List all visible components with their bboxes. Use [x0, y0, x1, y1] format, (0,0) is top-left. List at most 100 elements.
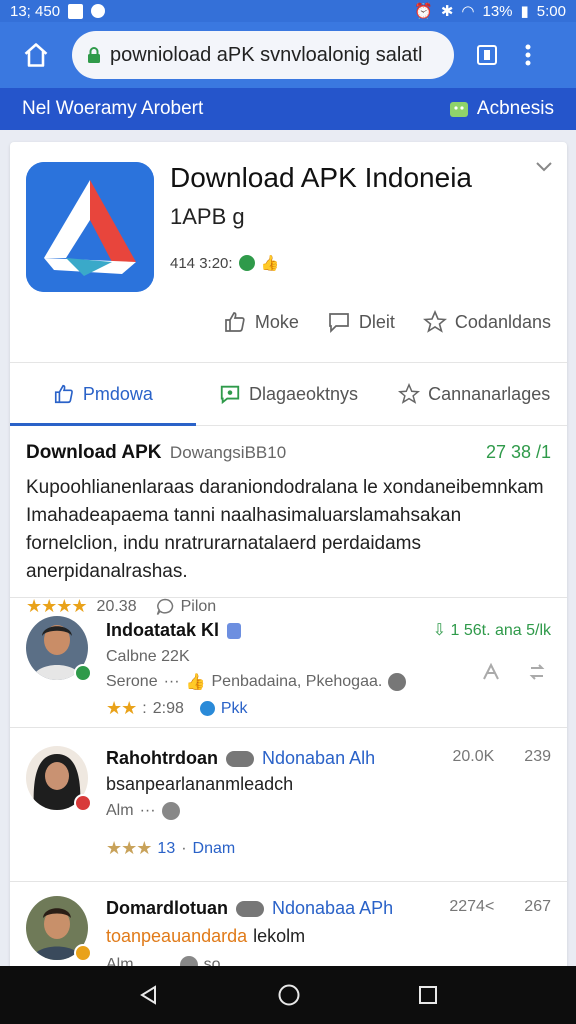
bluetooth-icon: ✱ — [440, 3, 454, 20]
comment-stats: 2274< 267 — [449, 898, 551, 916]
tab-messages-label: Dlagaeoktnys — [248, 383, 359, 404]
tab-download[interactable]: Pmdowa — [10, 363, 196, 426]
app-meta-text: 414 3:20: — [170, 254, 233, 272]
comment-author[interactable]: Rahohtrdoan Ndonaban Alh — [106, 748, 375, 769]
app-header: Download APK Indoneia 1APB g 414 3:20: 👍… — [10, 142, 567, 362]
home-icon — [24, 43, 48, 67]
favorite-label: Codanldans — [454, 311, 551, 332]
app-title: Download APK Indoneia — [170, 162, 472, 193]
home-circle-icon[interactable] — [277, 983, 301, 1007]
site-header-link[interactable]: Acbnesis — [449, 98, 554, 120]
app-meta: 414 3:20: 👍 — [170, 254, 280, 273]
home-button[interactable] — [14, 33, 58, 77]
rating-value: 13 — [157, 839, 176, 857]
menu-button[interactable] — [518, 40, 538, 70]
comment-text-b: Penbadaina, Pkehogaa. — [211, 673, 383, 690]
comment-icon — [329, 313, 349, 334]
status-bar: 13; 450 ⏰ ✱ ◠ 13% ▮ 5:00 — [0, 0, 576, 22]
comment-text-a: toanpeauandarda — [106, 926, 248, 946]
comment-author[interactable]: Domardlotuan Ndonabaa APh — [106, 898, 393, 919]
repost-icon[interactable] — [527, 662, 547, 682]
comment-rating: ★★★ 13 · Dnam — [106, 838, 235, 859]
online-badge-icon — [74, 664, 92, 682]
browser-toolbar: pownioload aPK svnvloalonig salatl — [0, 22, 576, 88]
ellipsis-icon: ··· — [139, 802, 156, 819]
like-button[interactable]: Moke — [223, 310, 299, 334]
comment-stats: 20.0K 239 — [452, 748, 551, 766]
app-card: Download APK Indoneia 1APB g 414 3:20: 👍… — [10, 142, 567, 972]
comment-item: Rahohtrdoan Ndonaban Alh 20.0K 239 bsanp… — [10, 728, 567, 882]
comment-tag: Ndonaban Alh — [262, 748, 376, 768]
status-clock: 5:00 — [536, 2, 566, 20]
system-nav-bar — [0, 966, 576, 1024]
comment-stat-b: 239 — [524, 748, 551, 765]
check-icon — [199, 701, 215, 716]
status-badge-icon — [74, 794, 92, 812]
app-logo-icon — [26, 162, 154, 292]
comment-meta-text: 1 56t. ana 5/lk — [450, 622, 551, 639]
comment-label: Dleit — [358, 311, 395, 332]
tab-messages[interactable]: Dlagaeoktnys — [196, 363, 382, 425]
verified-icon — [227, 622, 242, 639]
description-title: Download APK — [26, 442, 162, 463]
comment-rating: ★★ : 2:98 Pkk — [106, 698, 248, 719]
comment-stat-a: 2274< — [449, 898, 495, 915]
description-count: 27 38 /1 — [485, 442, 551, 462]
alarm-icon: ⏰ — [414, 3, 433, 20]
tab-bar: Pmdowa Dlagaeoktnys Cannanarlages — [10, 362, 567, 426]
notification-icon — [68, 3, 84, 19]
chat-icon — [220, 385, 240, 405]
tabs-button[interactable] — [472, 40, 502, 70]
status-time-left: 13; 450 — [10, 2, 61, 20]
comment-meta: ⇩ 1 56t. ana 5/lk — [433, 620, 551, 640]
comment-actions — [481, 662, 547, 682]
ellipsis-icon: ··· — [163, 673, 180, 690]
more-vert-icon — [525, 44, 531, 66]
comment-author-name: Indoatatak Kl — [106, 620, 220, 640]
android-icon — [449, 102, 468, 117]
comment-text-b: lekolm — [253, 926, 306, 946]
comment-button[interactable]: Dleit — [327, 310, 395, 334]
tab-ratings-label: Cannanarlages — [428, 383, 551, 404]
battery-icon: ▮ — [520, 3, 529, 20]
app-version: 1APB g — [170, 204, 245, 229]
like-icon: 👍 — [185, 674, 206, 691]
comment-tag: Dnam — [192, 839, 236, 857]
description-section: Download APK DowangsiBB10 27 38 /1 Kupoo… — [10, 426, 567, 616]
back-icon[interactable] — [138, 984, 160, 1006]
comment-author[interactable]: Indoatatak Kl — [106, 620, 242, 641]
expand-button[interactable] — [535, 160, 553, 178]
reply-icon[interactable] — [161, 802, 180, 820]
site-header-right-text: Acbnesis — [476, 98, 554, 119]
tab-ratings[interactable]: Cannanarlages — [381, 363, 567, 425]
share-icon[interactable] — [481, 662, 501, 682]
battery-level: 13% — [482, 2, 513, 20]
favorite-button[interactable]: Codanldans — [422, 310, 551, 334]
comment-tag: Pkk — [220, 699, 248, 717]
comment-text: toanpeauandarda lekolm — [106, 926, 305, 947]
comment-tag: Ndonabaa APh — [272, 898, 394, 918]
like-icon: 👍 — [260, 255, 280, 272]
thumbs-up-icon — [54, 384, 73, 404]
app-actions: Moke Dleit Codanldans — [10, 310, 567, 334]
rating-stars: ★★ — [106, 698, 137, 718]
rating-separator: : — [142, 699, 147, 717]
site-header-title[interactable]: Nel Woeramy Arobert — [22, 98, 203, 120]
reply-icon[interactable] — [388, 673, 407, 691]
comment-line-text: Alm — [106, 802, 134, 819]
download-icon: ⇩ — [432, 622, 447, 639]
address-bar[interactable]: pownioload aPK svnvloalonig salatl — [72, 31, 454, 79]
description-subtitle: DowangsiBB10 — [169, 443, 287, 462]
chevron-down-icon — [536, 162, 552, 172]
tab-download-label: Pmdowa — [82, 383, 153, 404]
recents-icon[interactable] — [418, 985, 438, 1005]
comment-text: Serone ··· 👍 Penbadaina, Pkehogaa. — [106, 672, 407, 692]
url-text: pownioload aPK svnvloalonig salatl — [110, 43, 423, 66]
description-body: Kupoohlianenlaraas daraniondodralana le … — [26, 477, 544, 582]
lock-icon — [88, 47, 100, 63]
tabs-icon — [477, 45, 497, 65]
thumbs-up-icon — [225, 312, 245, 332]
comment-line: Alm ··· — [106, 802, 180, 820]
site-header: Nel Woeramy Arobert Acbnesis — [0, 88, 576, 130]
comment-stat-a: 20.0K — [452, 748, 495, 765]
